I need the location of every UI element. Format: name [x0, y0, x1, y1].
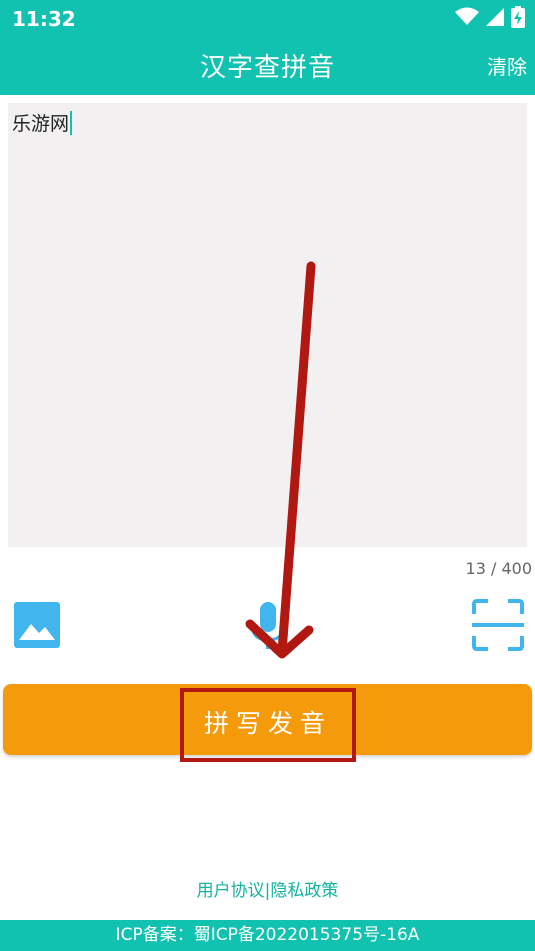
battery-charging-icon	[511, 6, 525, 28]
user-agreement-link[interactable]: 用户协议	[197, 881, 265, 901]
image-icon	[14, 602, 60, 648]
app-header: 11:32 汉字查拼音 清除	[0, 0, 535, 95]
clear-button[interactable]: 清除	[487, 51, 527, 80]
character-counter: 13 / 400	[465, 559, 532, 578]
text-caret	[70, 111, 73, 135]
page-title: 汉字查拼音	[199, 53, 335, 83]
wifi-icon	[455, 7, 479, 25]
input-text: 乐游网	[12, 113, 70, 135]
scan-icon	[472, 599, 524, 651]
microphone-button[interactable]	[248, 600, 288, 650]
status-icons	[455, 6, 525, 28]
icp-footer: ICP备案：蜀ICP备2022015375号-16A	[0, 920, 535, 951]
microphone-icon	[250, 602, 286, 649]
policy-links: 用户协议|隐私政策	[0, 876, 535, 901]
privacy-policy-link[interactable]: 隐私政策	[270, 881, 338, 901]
annotation-highlight-box	[180, 688, 356, 762]
scan-button[interactable]	[471, 598, 525, 652]
pinyin-text-input[interactable]: 乐游网	[8, 103, 527, 547]
signal-icon	[486, 8, 504, 26]
status-time: 11:32	[12, 7, 76, 31]
image-button[interactable]	[14, 602, 60, 648]
